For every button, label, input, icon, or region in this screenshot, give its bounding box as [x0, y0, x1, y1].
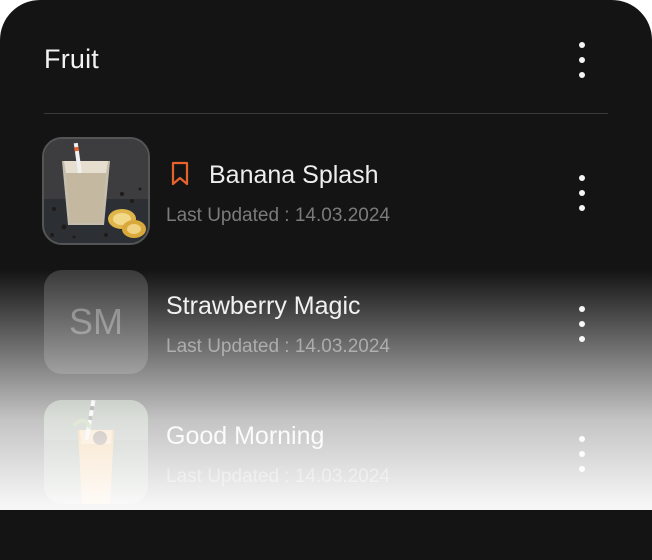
orange-drink-image — [44, 400, 148, 504]
fruit-list-card: Fruit Banana Splash Last Updated: 14.03… — [0, 0, 652, 560]
item-last-updated: Last Updated : 14.03.2024 — [166, 466, 390, 487]
avatar-initials: SM — [44, 270, 148, 374]
item-more-icon[interactable] — [572, 175, 592, 211]
banana-smoothie-image — [44, 139, 148, 243]
strawberry-magic-thumbnail[interactable]: SM — [44, 270, 148, 374]
header-divider — [44, 113, 608, 114]
list-item-banana-splash[interactable]: Banana Splash Last Updated : 14.03.2024 — [42, 137, 608, 245]
list-item-good-morning[interactable]: Good Morning Last Updated : 14.03.2024 — [44, 400, 608, 504]
banana-smoothie-thumbnail[interactable] — [42, 137, 150, 245]
orange-drink-thumbnail[interactable] — [44, 400, 148, 504]
item-last-updated: Last Updated : 14.03.2024 — [166, 205, 390, 226]
item-last-updated: Last Updated : 14.03.2024 — [166, 336, 390, 357]
list-item-strawberry-magic[interactable]: SM Strawberry Magic Last Updated : 14.03… — [44, 270, 608, 374]
header-more-icon[interactable] — [572, 42, 592, 78]
item-title: Strawberry Magic — [166, 292, 361, 320]
item-title: Good Morning — [166, 422, 325, 450]
item-title: Banana Splash — [209, 161, 379, 189]
item-more-icon[interactable] — [572, 306, 592, 342]
bookmark-icon[interactable] — [170, 161, 190, 187]
page-title: Fruit — [44, 44, 99, 74]
item-more-icon[interactable] — [572, 436, 592, 472]
card-header: Fruit — [44, 42, 608, 82]
